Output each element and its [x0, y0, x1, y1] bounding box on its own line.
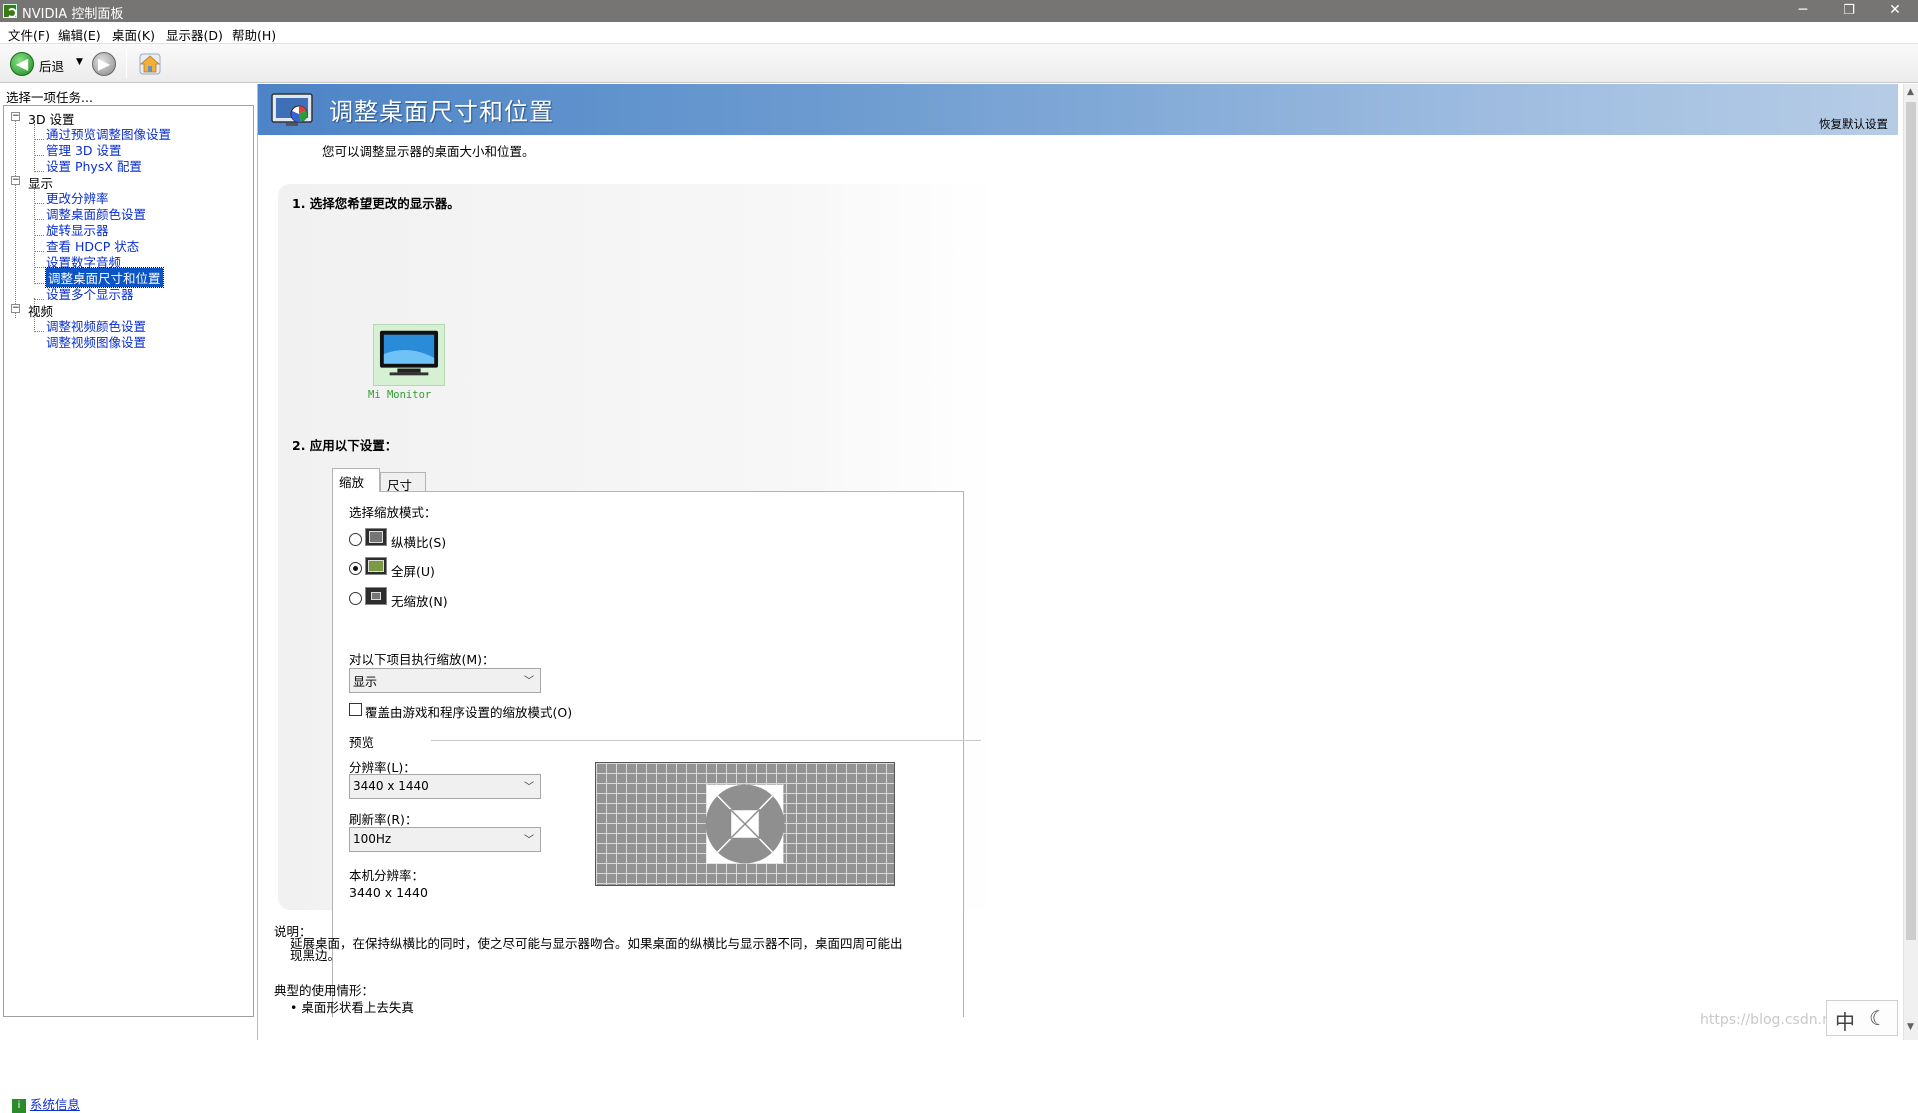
no-scaling-icon [365, 587, 387, 605]
page-header: 调整桌面尺寸和位置 恢复默认设置 [258, 84, 1898, 135]
vertical-scrollbar[interactable]: ▲ ▼ [1903, 84, 1918, 1040]
tab-size[interactable]: 尺寸 [380, 472, 426, 493]
toolbar: ◀ 后退 ▼ ▶ [0, 43, 1918, 83]
chevron-down-icon: ﹀ [524, 835, 534, 846]
tree-connector [34, 299, 44, 300]
override-scaling-label[interactable]: 覆盖由游戏和程序设置的缩放模式(O) [365, 702, 572, 721]
scaling-preview [595, 762, 895, 886]
monitor-settings-icon [271, 93, 313, 126]
perform-scaling-label: 对以下项目执行缩放(M)： [349, 652, 495, 667]
system-info-label[interactable]: 系统信息 [30, 1097, 80, 1112]
menu-file[interactable]: 文件(F) [8, 25, 50, 44]
native-resolution-label: 本机分辨率： [349, 868, 425, 883]
menu-desktop[interactable]: 桌面(K) [112, 25, 155, 44]
back-button[interactable]: 后退 [39, 56, 64, 75]
window-title: NVIDIA 控制面板 [22, 7, 124, 22]
preview-test-pattern [705, 784, 785, 864]
info-icon: i [12, 1098, 26, 1113]
resolution-select[interactable]: 3440 x 1440 ﹀ [349, 774, 541, 799]
collapse-display-toggle[interactable]: − [11, 176, 20, 185]
tree-item-video-image[interactable]: 调整视频图像设置 [46, 332, 146, 351]
tree-connector [34, 139, 44, 140]
settings-container: 1. 选择您希望更改的显示器。 Mi Monitor 2. 应用以下设置： 缩放… [278, 184, 998, 1017]
aspect-ratio-label[interactable]: 纵横比(S) [391, 532, 446, 551]
step1-title: 1. 选择您希望更改的显示器。 [292, 196, 460, 211]
tree-connector [34, 251, 44, 252]
tab-scaling[interactable]: 缩放 [332, 468, 380, 492]
monitor-selector[interactable] [373, 324, 445, 386]
collapse-video-toggle[interactable]: − [11, 304, 20, 313]
perform-scaling-select[interactable]: 显示 ﹀ [349, 668, 541, 693]
tree-connector [34, 331, 44, 332]
restore-defaults-link[interactable]: 恢复默认设置 [1819, 116, 1888, 132]
tree-connector [34, 171, 44, 172]
task-panel: 选择一项任务... − 3D 设置 通过预览调整图像设置 管理 3D 设置 设置… [0, 84, 258, 1113]
tree-connector [34, 283, 44, 284]
menu-display[interactable]: 显示器(D) [166, 25, 223, 44]
scroll-up-icon[interactable]: ▲ [1907, 87, 1914, 97]
close-button[interactable]: ✕ [1872, 0, 1918, 22]
tree-item-physx[interactable]: 设置 PhysX 配置 [46, 156, 142, 175]
step2-title: 2. 应用以下设置： [292, 438, 398, 453]
tree-connector [34, 124, 35, 170]
aspect-ratio-radio[interactable] [349, 533, 362, 546]
collapse-3d-toggle[interactable]: − [11, 112, 20, 121]
ime-indicator[interactable]: 中 ☾ [1826, 1000, 1898, 1036]
usage-item: • 桌面形状看上去失真 [290, 1000, 414, 1015]
back-dropdown-icon[interactable]: ▼ [76, 57, 83, 67]
full-screen-radio[interactable] [349, 562, 362, 575]
content-panel: 调整桌面尺寸和位置 恢复默认设置 您可以调整显示器的桌面大小和位置。 1. 选择… [258, 84, 1898, 1040]
monitor-name[interactable]: Mi Monitor [368, 389, 431, 401]
toolbar-separator [126, 50, 127, 78]
resolution-value: 3440 x 1440 [353, 779, 429, 793]
chevron-down-icon: ﹀ [524, 676, 534, 687]
minimize-button[interactable]: ─ [1780, 0, 1826, 22]
page-title: 调整桌面尺寸和位置 [329, 98, 554, 126]
home-icon[interactable] [138, 52, 162, 76]
override-scaling-checkbox[interactable] [349, 703, 362, 716]
scroll-down-icon[interactable]: ▼ [1907, 1022, 1914, 1032]
system-info-link[interactable]: i 系统信息 [12, 1094, 80, 1113]
task-tree: − 3D 设置 通过预览调整图像设置 管理 3D 设置 设置 PhysX 配置 … [3, 105, 254, 1017]
scroll-thumb[interactable] [1906, 102, 1916, 940]
ime-language[interactable]: 中 [1835, 1006, 1855, 1035]
ime-mode-icon[interactable]: ☾ [1869, 1006, 1887, 1030]
task-panel-title: 选择一项任务... [6, 90, 93, 105]
preview-section-label: 预览 [349, 735, 375, 750]
perform-scaling-value: 显示 [353, 675, 378, 689]
tree-connector [34, 219, 44, 220]
full-screen-icon [365, 557, 387, 575]
forward-arrow-icon[interactable]: ▶ [92, 52, 116, 76]
native-resolution-value: 3440 x 1440 [349, 885, 428, 900]
refresh-rate-label: 刷新率(R)： [349, 812, 418, 827]
aspect-ratio-icon [365, 528, 387, 546]
scaling-mode-label: 选择缩放模式： [349, 505, 437, 520]
tree-connector [15, 120, 16, 318]
restore-button[interactable]: ❐ [1826, 0, 1872, 22]
menu-bar: 文件(F) 编辑(E) 桌面(K) 显示器(D) 帮助(H) [0, 22, 1918, 43]
menu-help[interactable]: 帮助(H) [232, 25, 276, 44]
tree-connector [34, 203, 44, 204]
no-scaling-radio[interactable] [349, 592, 362, 605]
chevron-down-icon: ﹀ [524, 782, 534, 793]
monitor-icon [379, 330, 439, 376]
full-screen-label[interactable]: 全屏(U) [391, 561, 435, 580]
preview-divider [431, 740, 981, 741]
title-bar: NVIDIA 控制面板 ─ ❐ ✕ [0, 0, 1918, 22]
tree-connector [34, 155, 44, 156]
refresh-rate-select[interactable]: 100Hz ﹀ [349, 827, 541, 852]
tree-connector [34, 267, 44, 268]
tree-item-multiple-displays[interactable]: 设置多个显示器 [46, 284, 134, 303]
refresh-rate-value: 100Hz [353, 832, 392, 846]
tree-connector [34, 235, 44, 236]
nvidia-app-icon [3, 4, 17, 18]
description-text: 延展桌面，在保持纵横比的同时，使之尽可能与显示器吻合。如果桌面的纵横比与显示器不… [290, 936, 903, 963]
no-scaling-label[interactable]: 无缩放(N) [391, 591, 448, 610]
back-arrow-icon[interactable]: ◀ [10, 52, 34, 76]
page-subtitle: 您可以调整显示器的桌面大小和位置。 [322, 144, 535, 159]
menu-edit[interactable]: 编辑(E) [58, 25, 101, 44]
